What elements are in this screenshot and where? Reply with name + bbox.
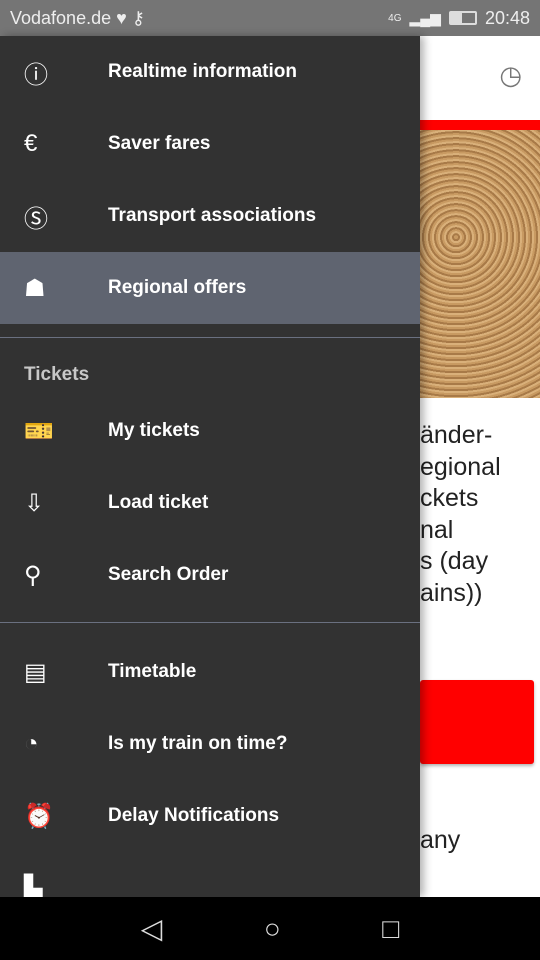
background-page: ◷ änder- egional ckets nal s (day ains))… bbox=[420, 36, 540, 897]
saver-fares-icon: € bbox=[24, 130, 38, 157]
network-indicator: 4G bbox=[388, 12, 402, 24]
primary-button[interactable] bbox=[420, 680, 534, 764]
load-ticket-icon: ⇩ bbox=[24, 489, 45, 517]
navigation-drawer: ⓘ Realtime information € Saver fares Ⓢ Tran… bbox=[0, 36, 420, 897]
carrier-name: Vodafone.de bbox=[10, 7, 112, 28]
drawer-item-is-my-train-on-time[interactable]: ◔ Is my train on time? bbox=[0, 708, 420, 780]
drawer-item-delay-notifications[interactable]: ⏰ Delay Notifications bbox=[0, 780, 420, 852]
search-icon: ⚲ bbox=[24, 561, 42, 589]
clock: 20:48 bbox=[484, 7, 530, 28]
drawer-item-saver-fares[interactable]: € Saver fares bbox=[0, 108, 420, 180]
signal-icon: ▂▄▆ bbox=[409, 9, 441, 26]
back-icon[interactable]: ◁ bbox=[141, 912, 163, 945]
drawer-item-load-ticket[interactable]: ⇩ Load ticket bbox=[0, 467, 420, 539]
accent-bar bbox=[420, 120, 540, 130]
heart-icon: ♥ ⚷ bbox=[111, 7, 145, 28]
drawer-item-realtime-information[interactable]: ⓘ Realtime information bbox=[0, 36, 420, 108]
home-icon[interactable]: ○ bbox=[264, 913, 281, 945]
drawer-item-transport-associations[interactable]: Ⓢ Transport associations bbox=[0, 180, 420, 252]
transport-associations-icon: Ⓢ bbox=[24, 205, 48, 233]
drawer-item-my-tickets[interactable]: 🎫 My tickets bbox=[0, 395, 420, 467]
drawer-item-timetable[interactable]: ▤ Timetable bbox=[0, 636, 420, 708]
system-navigation-bar: ◁ ○ □ bbox=[0, 897, 540, 960]
recents-icon[interactable]: □ bbox=[382, 913, 399, 945]
offer-description: änder- egional ckets nal s (day ains)) bbox=[420, 421, 501, 607]
alarm-clock-icon: ⏰ bbox=[24, 802, 54, 830]
drawer-item-maps[interactable]: ▙ bbox=[0, 852, 420, 898]
realtime-info-icon: ⓘ bbox=[24, 61, 48, 89]
connection-check-icon[interactable]: ◷ bbox=[499, 60, 522, 91]
section-header-tickets: Tickets bbox=[24, 364, 90, 385]
map-icon: ▙ bbox=[24, 874, 43, 898]
status-bar: Vodafone.de ♥ ⚷ 4G ▂▄▆ 20:48 bbox=[0, 0, 540, 36]
drawer-item-search-order[interactable]: ⚲ Search Order bbox=[0, 539, 420, 611]
timetable-icon: ▤ bbox=[24, 658, 47, 686]
regional-offers-icon: ☗ bbox=[24, 274, 46, 302]
my-tickets-icon: 🎫 bbox=[24, 417, 54, 445]
train-on-time-icon: ◔ bbox=[24, 730, 39, 757]
drawer-item-regional-offers[interactable]: ☗ Regional offers bbox=[0, 252, 420, 324]
battery-icon bbox=[448, 11, 477, 25]
drawer-group-top: ⓘ Realtime information € Saver fares Ⓢ Tran… bbox=[0, 36, 420, 324]
toolbar: ◷ bbox=[420, 36, 540, 120]
bottom-text: any bbox=[420, 826, 461, 854]
header-image bbox=[420, 130, 540, 398]
